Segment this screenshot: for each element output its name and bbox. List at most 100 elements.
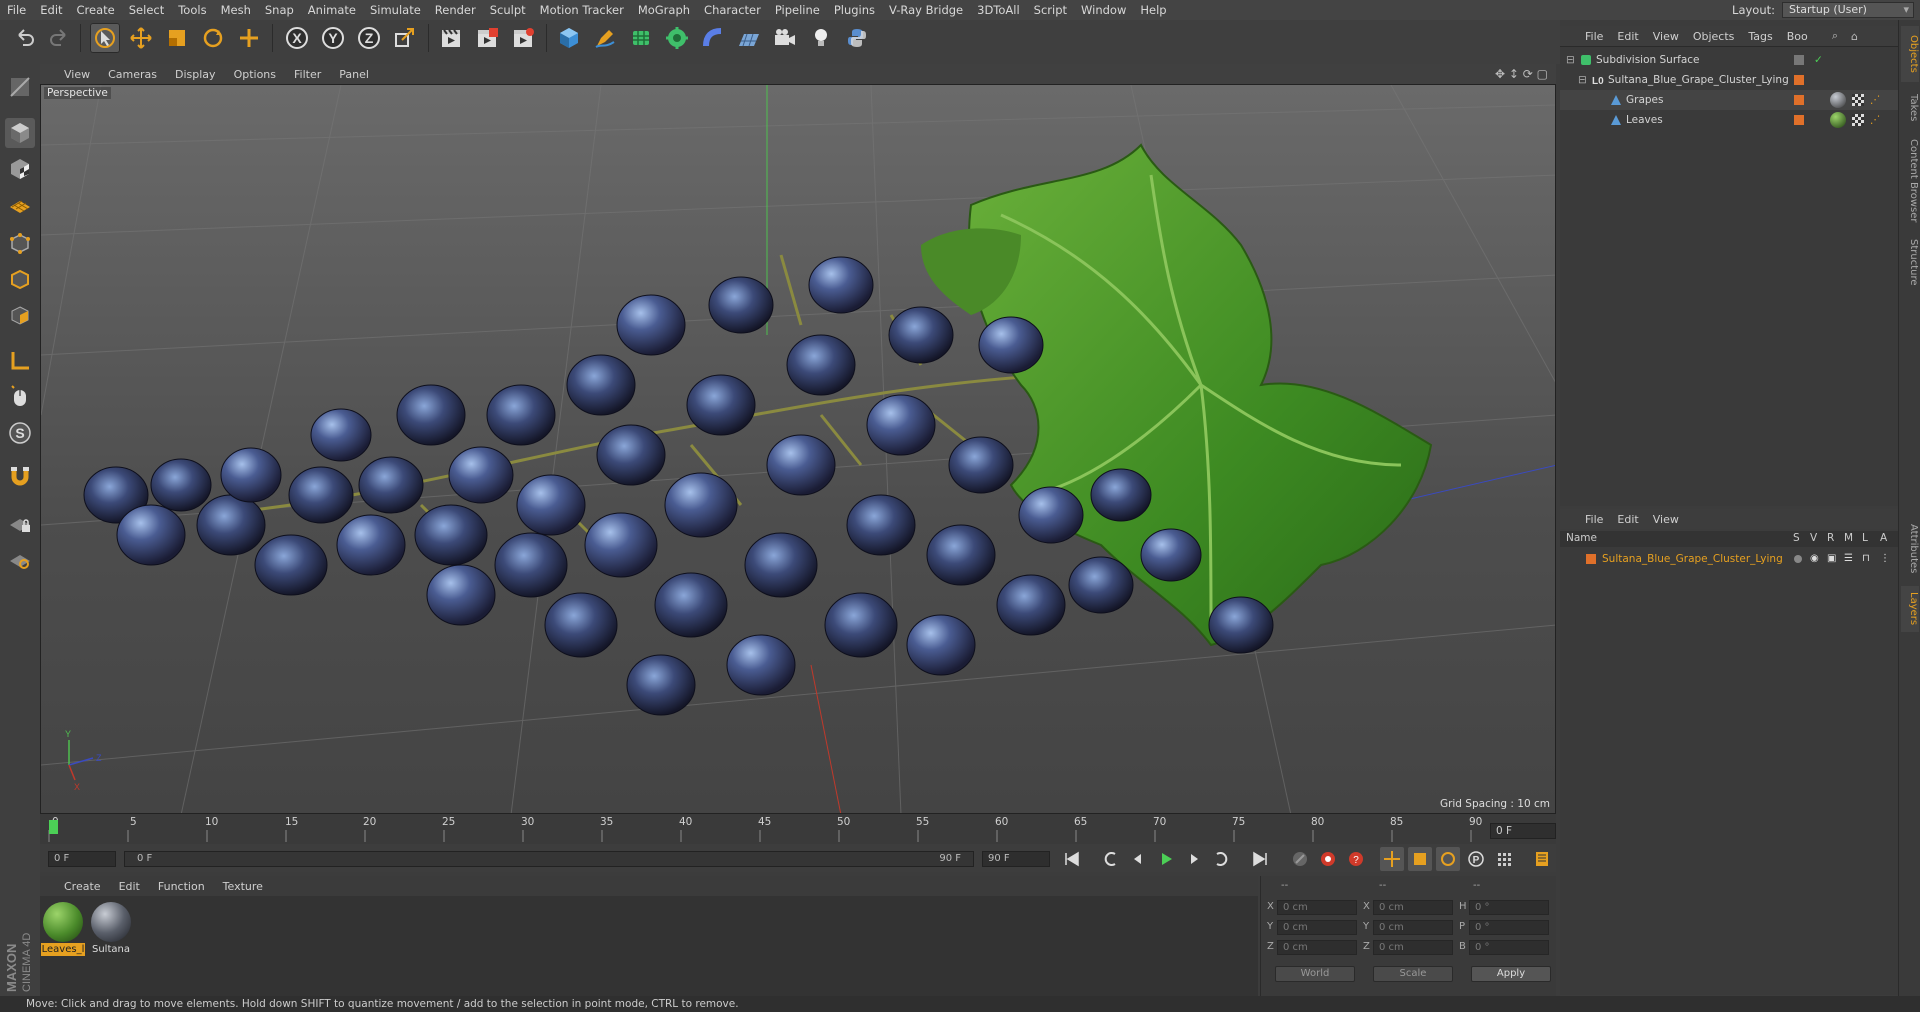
material-sultana[interactable]: Sultana — [89, 902, 133, 956]
uvw-tag-icon[interactable] — [1852, 114, 1864, 126]
viewport-menu-cameras[interactable]: Cameras — [99, 68, 166, 81]
menu-mesh[interactable]: Mesh — [214, 0, 258, 20]
range-slider[interactable]: 0 F 90 F — [124, 851, 974, 867]
material-menu-texture[interactable]: Texture — [214, 880, 272, 893]
home-icon[interactable]: ⌂ — [1851, 30, 1858, 43]
next-key-button[interactable] — [1210, 847, 1234, 871]
more-icon[interactable]: ⋮ — [1880, 549, 1890, 569]
uvw-tag-icon[interactable] — [1852, 94, 1864, 106]
undo-button[interactable] — [10, 23, 40, 53]
objects-menu-file[interactable]: File — [1578, 30, 1610, 43]
menu-motion-tracker[interactable]: Motion Tracker — [533, 0, 631, 20]
tab-objects[interactable]: Objects — [1901, 26, 1919, 82]
viewport-menu-options[interactable]: Options — [225, 68, 285, 81]
menu-edit[interactable]: Edit — [33, 0, 69, 20]
material-menu-edit[interactable]: Edit — [110, 880, 149, 893]
tab-attributes[interactable]: Attributes — [1901, 516, 1919, 582]
add-spline-button[interactable] — [590, 23, 620, 53]
snap-button[interactable]: S — [5, 418, 35, 448]
texture-mode-button[interactable] — [5, 154, 35, 184]
add-environment-button[interactable] — [734, 23, 764, 53]
previous-frame-button[interactable] — [1126, 847, 1150, 871]
play-button[interactable] — [1154, 847, 1178, 871]
3d-viewport[interactable]: Y Z X — [40, 84, 1556, 814]
menu-render[interactable]: Render — [428, 0, 483, 20]
object-row-grapes[interactable]: Grapes ⋰ — [1560, 90, 1898, 110]
add-light-button[interactable] — [806, 23, 836, 53]
check-icon[interactable]: ✓ — [1814, 50, 1823, 70]
tab-layers[interactable]: Layers — [1901, 586, 1919, 632]
magnet-button[interactable] — [5, 462, 35, 492]
object-row-leaves[interactable]: Leaves ⋰ — [1560, 110, 1898, 130]
menu-file[interactable]: File — [0, 0, 33, 20]
tab-structure[interactable]: Structure — [1901, 232, 1919, 292]
menu-mograph[interactable]: MoGraph — [631, 0, 697, 20]
coord-pos-z-field[interactable]: 0 cm — [1277, 940, 1357, 955]
material-menu-create[interactable]: Create — [40, 880, 110, 893]
coord-rot-b-field[interactable]: 0 ° — [1469, 940, 1549, 955]
tab-takes[interactable]: Takes — [1901, 86, 1919, 130]
key-parameter-button[interactable]: P — [1464, 847, 1488, 871]
planar-workplane-button[interactable] — [5, 544, 35, 574]
lock-workplane-button[interactable] — [5, 508, 35, 538]
edges-mode-button[interactable] — [5, 264, 35, 294]
add-generator-button[interactable] — [626, 23, 656, 53]
timeline-window-button[interactable] — [1530, 847, 1554, 871]
viewport-menu-display[interactable]: Display — [166, 68, 225, 81]
objects-menu-tags[interactable]: Tags — [1741, 30, 1779, 43]
next-frame-button[interactable] — [1182, 847, 1206, 871]
model-mode-button[interactable] — [5, 118, 35, 148]
current-frame-field[interactable]: 0 F — [1490, 823, 1556, 839]
previous-key-button[interactable] — [1098, 847, 1122, 871]
search-icon[interactable]: ⌕ — [1832, 29, 1838, 43]
render-region-button[interactable] — [472, 23, 502, 53]
timeline-playhead[interactable] — [49, 820, 58, 834]
menu-animate[interactable]: Animate — [301, 0, 363, 20]
layers-menu-edit[interactable]: Edit — [1610, 513, 1645, 526]
x-axis-lock-button[interactable]: X — [282, 23, 312, 53]
add-camera-button[interactable] — [770, 23, 800, 53]
render-icon[interactable]: ▣ — [1827, 549, 1836, 569]
key-pla-button[interactable] — [1492, 847, 1516, 871]
render-view-button[interactable] — [436, 23, 466, 53]
record-keys-disabled-button[interactable] — [1288, 847, 1312, 871]
menu-3dtoall[interactable]: 3DToAll — [970, 0, 1027, 20]
layer-row[interactable]: Sultana_Blue_Grape_Cluster_Lying ◉ ▣ ☰ ⊓… — [1560, 549, 1898, 569]
size-mode-select[interactable]: Scale — [1373, 966, 1453, 982]
viewport-menu-panel[interactable]: Panel — [330, 68, 378, 81]
coord-pos-x-field[interactable]: 0 cm — [1277, 900, 1357, 915]
move-tool-button[interactable] — [126, 23, 156, 53]
go-to-start-button[interactable] — [1060, 847, 1084, 871]
python-button[interactable] — [842, 23, 872, 53]
coord-size-z-field[interactable]: 0 cm — [1373, 940, 1453, 955]
key-scale-button[interactable] — [1408, 847, 1432, 871]
record-button[interactable] — [1316, 847, 1340, 871]
z-axis-lock-button[interactable]: Z — [354, 23, 384, 53]
redo-button[interactable] — [44, 23, 74, 53]
vray-tag-icon[interactable]: ⋰ — [1870, 110, 1881, 130]
layers-menu-file[interactable]: File — [1578, 513, 1610, 526]
key-rotation-button[interactable] — [1436, 847, 1460, 871]
menu-create[interactable]: Create — [70, 0, 122, 20]
y-axis-lock-button[interactable]: Y — [318, 23, 348, 53]
points-mode-button[interactable] — [5, 228, 35, 258]
lock-icon[interactable]: ⊓ — [1862, 549, 1870, 569]
scale-tool-button[interactable] — [162, 23, 192, 53]
menu-character[interactable]: Character — [697, 0, 768, 20]
solo-dot-icon[interactable] — [1794, 555, 1802, 563]
coord-size-x-field[interactable]: 0 cm — [1373, 900, 1453, 915]
axis-mode-button[interactable] — [5, 346, 35, 376]
eye-icon[interactable]: ◉ — [1810, 549, 1819, 569]
tab-content-browser[interactable]: Content Browser — [1901, 134, 1919, 228]
autokey-button[interactable]: ? — [1344, 847, 1368, 871]
apply-button[interactable]: Apply — [1471, 966, 1551, 982]
start-frame-field[interactable]: 0 F — [48, 851, 116, 867]
menu-vray-bridge[interactable]: V-Ray Bridge — [882, 0, 970, 20]
make-editable-button[interactable] — [5, 72, 35, 102]
collapse-icon[interactable]: ⊟ — [1566, 50, 1575, 70]
menu-tools[interactable]: Tools — [171, 0, 213, 20]
render-to-picture-viewer-button[interactable] — [508, 23, 538, 53]
vray-tag-icon[interactable]: ⋰ — [1870, 90, 1881, 110]
add-cube-button[interactable] — [554, 23, 584, 53]
menu-simulate[interactable]: Simulate — [363, 0, 428, 20]
